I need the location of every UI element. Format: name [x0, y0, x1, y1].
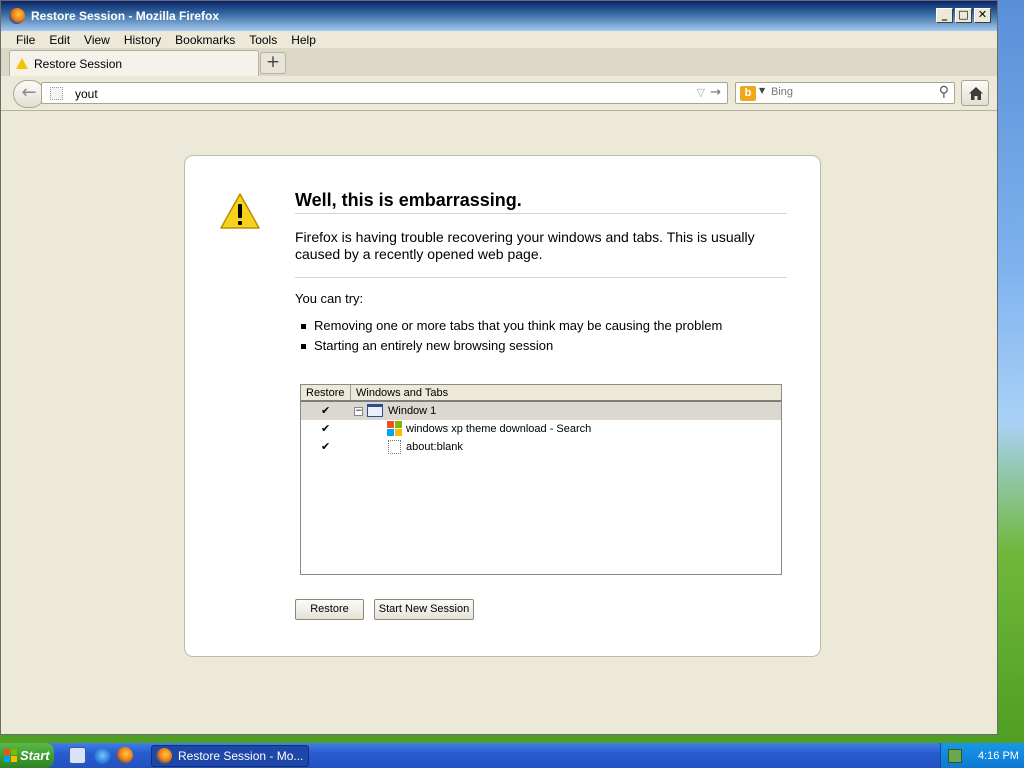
navigation-toolbar: ← ▽ → b ▼ ⚲: [1, 76, 997, 111]
tab-title: windows xp theme download - Search: [406, 423, 592, 435]
url-bar[interactable]: ▽ →: [41, 82, 728, 104]
column-restore[interactable]: Restore: [301, 385, 351, 400]
restore-checkbox[interactable]: ✔: [321, 422, 330, 435]
clock[interactable]: 4:16 PM: [978, 750, 1019, 762]
bing-favicon-icon: [387, 421, 402, 436]
firefox-window: Restore Session - Mozilla Firefox _ □ ✕ …: [0, 0, 998, 735]
error-description: Firefox is having trouble recovering you…: [295, 229, 787, 278]
menu-bar: File Edit View History Bookmarks Tools H…: [1, 31, 997, 48]
tree-row-tab[interactable]: ✔ about:blank: [301, 438, 781, 456]
taskbar-button-label: Restore Session - Mo...: [178, 749, 304, 763]
minimize-button[interactable]: _: [936, 8, 953, 23]
menu-file[interactable]: File: [9, 33, 42, 47]
home-icon: [969, 87, 983, 100]
page-identity-icon[interactable]: [50, 87, 63, 100]
show-desktop-icon[interactable]: [69, 747, 86, 764]
tab-label: Restore Session: [34, 56, 123, 71]
title-bar[interactable]: Restore Session - Mozilla Firefox _ □ ✕: [1, 1, 997, 31]
url-input[interactable]: [75, 86, 675, 102]
firefox-icon: [156, 748, 172, 764]
network-icon[interactable]: [948, 748, 962, 763]
menu-history[interactable]: History: [117, 33, 168, 47]
start-new-session-button[interactable]: Start New Session: [374, 599, 474, 620]
tab-strip: Restore Session +: [1, 48, 997, 76]
restore-checkbox[interactable]: ✔: [321, 440, 330, 453]
window-icon: [367, 404, 383, 417]
restore-button[interactable]: Restore: [295, 599, 364, 620]
tree-header: Restore Windows and Tabs: [301, 385, 781, 402]
window-controls: _ □ ✕: [936, 8, 991, 23]
bing-engine-icon[interactable]: b: [740, 86, 756, 101]
menu-bookmarks[interactable]: Bookmarks: [168, 33, 242, 47]
close-button[interactable]: ✕: [974, 8, 991, 23]
internet-explorer-icon[interactable]: [94, 747, 111, 764]
tab-restore-session[interactable]: Restore Session: [9, 50, 259, 76]
page-title: Well, this is embarrassing.: [295, 190, 787, 214]
menu-tools[interactable]: Tools: [242, 33, 284, 47]
tree-row-tab[interactable]: ✔ windows xp theme download - Search: [301, 420, 781, 438]
new-tab-button[interactable]: +: [260, 52, 286, 74]
engine-dropdown-icon[interactable]: ▼: [759, 86, 765, 95]
column-windows-and-tabs[interactable]: Windows and Tabs: [351, 385, 781, 400]
menu-help[interactable]: Help: [284, 33, 323, 47]
taskbar: Start Restore Session - Mo... 4:16 PM: [0, 743, 1024, 768]
start-label: Start: [20, 748, 50, 763]
search-input[interactable]: [771, 86, 921, 98]
collapse-toggle-icon[interactable]: −: [354, 407, 363, 416]
suggestion-item: Starting an entirely new browsing sessio…: [295, 336, 722, 356]
restore-checkbox[interactable]: ✔: [321, 404, 330, 417]
suggestion-list: Removing one or more tabs that you think…: [295, 316, 722, 356]
blank-page-icon: [388, 440, 401, 454]
page-content: Well, this is embarrassing. Firefox is h…: [1, 112, 997, 734]
home-button[interactable]: [961, 80, 989, 106]
search-magnifier-icon[interactable]: ⚲: [939, 84, 949, 100]
go-arrow-icon[interactable]: →: [710, 85, 721, 100]
system-tray: 4:16 PM: [940, 743, 1024, 768]
tree-row-window[interactable]: ✔ − Window 1: [301, 402, 781, 420]
firefox-quicklaunch-icon[interactable]: [116, 747, 133, 764]
start-button[interactable]: Start: [0, 743, 54, 768]
try-label: You can try:: [295, 291, 364, 306]
menu-edit[interactable]: Edit: [42, 33, 77, 47]
maximize-button[interactable]: □: [955, 8, 972, 23]
large-warning-icon: [220, 193, 260, 229]
warning-icon: [16, 58, 28, 69]
firefox-logo-icon: [9, 8, 25, 24]
window-title: Restore Session - Mozilla Firefox: [31, 9, 220, 23]
url-history-dropdown-icon[interactable]: ▽: [697, 86, 705, 99]
taskbar-firefox-button[interactable]: Restore Session - Mo...: [151, 745, 309, 767]
menu-view[interactable]: View: [77, 33, 117, 47]
windows-flag-icon: [4, 749, 17, 762]
window-label: Window 1: [388, 405, 437, 417]
error-card: Well, this is embarrassing. Firefox is h…: [184, 155, 821, 657]
tab-title: about:blank: [406, 441, 463, 453]
search-bar[interactable]: b ▼ ⚲: [735, 82, 955, 104]
session-tree[interactable]: Restore Windows and Tabs ✔ − Window 1 ✔ …: [300, 384, 782, 575]
suggestion-item: Removing one or more tabs that you think…: [295, 316, 722, 336]
